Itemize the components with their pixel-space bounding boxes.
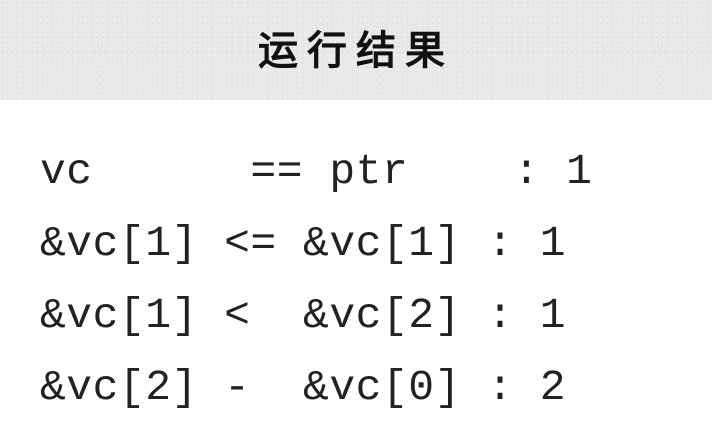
result-title: 运行结果	[258, 28, 454, 74]
output-line: &vc[1] < &vc[2] : 1	[40, 291, 567, 340]
result-header: 运行结果	[0, 0, 712, 100]
program-output: vc == ptr : 1 &vc[1] <= &vc[1] : 1 &vc[1…	[40, 136, 680, 424]
output-line: &vc[2] - &vc[0] : 2	[40, 363, 567, 412]
output-line: &vc[1] <= &vc[1] : 1	[40, 219, 567, 268]
output-line: vc == ptr : 1	[40, 147, 593, 196]
